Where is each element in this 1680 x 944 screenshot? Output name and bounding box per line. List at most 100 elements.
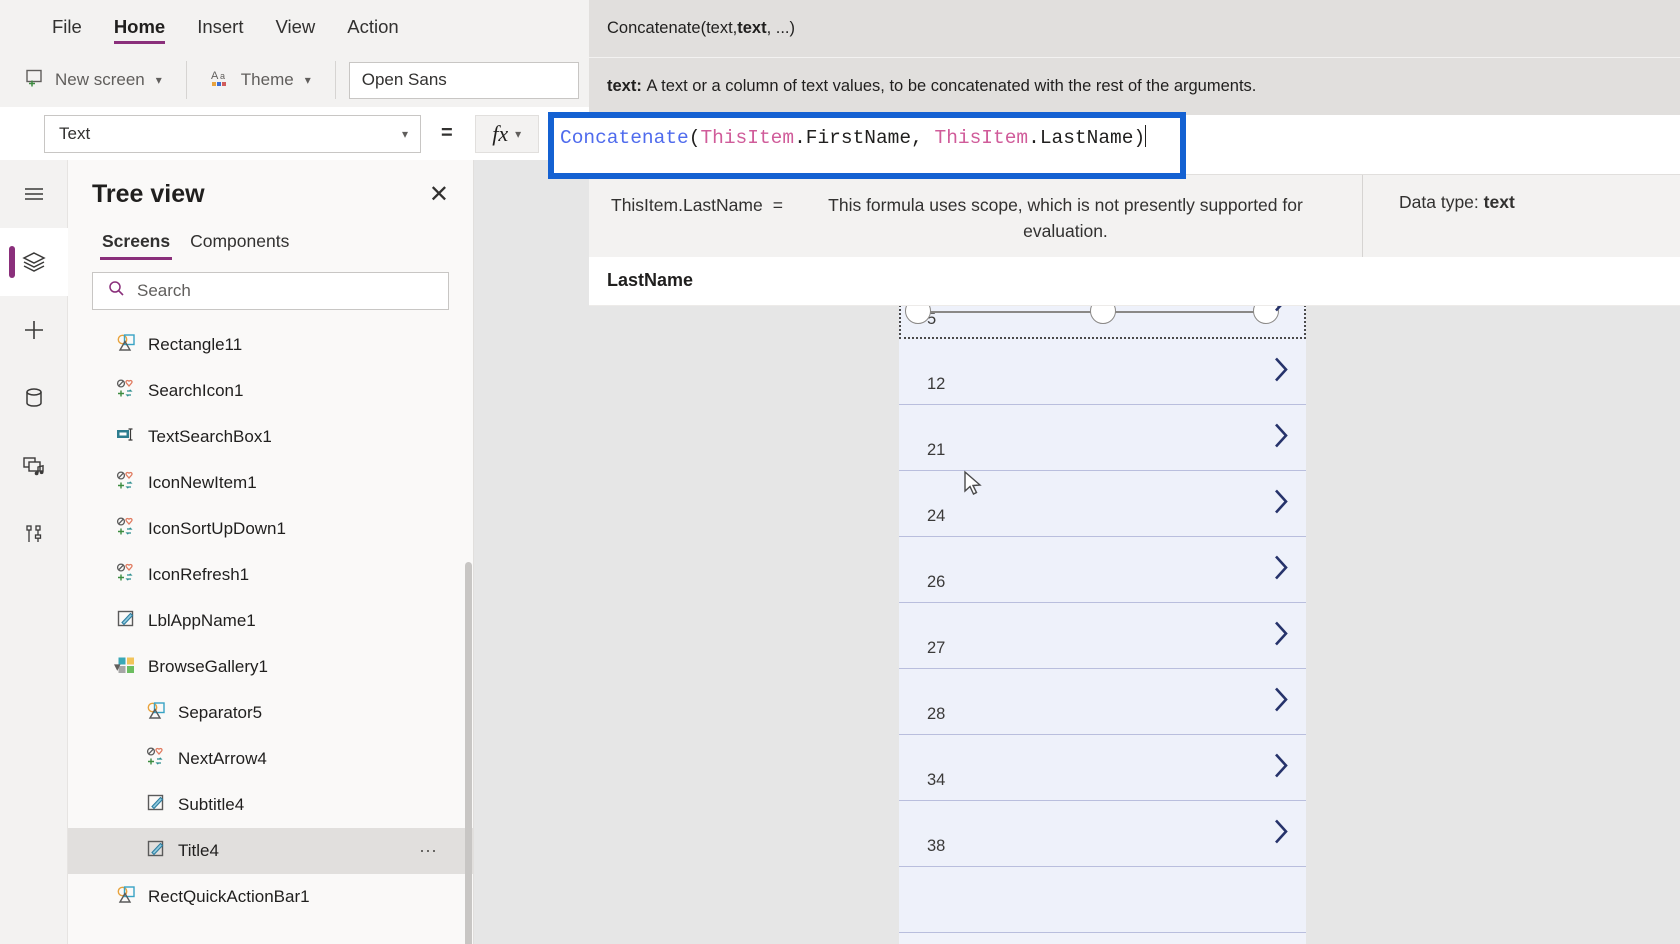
menu-item-action[interactable]: Action xyxy=(331,0,414,53)
tree-item-title4[interactable]: Title4 ⋯ xyxy=(68,828,473,874)
gallery-row[interactable]: 21 xyxy=(899,405,1306,471)
next-arrow-icon[interactable] xyxy=(1268,550,1294,589)
formula-arg-description: text: A text or a column of text values,… xyxy=(589,58,1680,115)
tree-item-subtitle4[interactable]: Subtitle4 xyxy=(68,782,473,828)
tree-item-label: SearchIcon1 xyxy=(148,381,244,400)
tree-item-searchicon1[interactable]: SearchIcon1 xyxy=(68,368,473,414)
gallery-row-label: 34 xyxy=(927,771,946,789)
menu-item-view[interactable]: View xyxy=(260,0,332,53)
shape-icon xyxy=(146,700,167,726)
font-group: Open Sans xyxy=(334,53,593,107)
tree-item-label: LblAppName1 xyxy=(148,611,256,630)
theme-group: A a Theme ▾ xyxy=(185,53,335,107)
formula-input[interactable]: Concatenate(ThisItem.FirstName, ThisItem… xyxy=(560,125,1147,149)
tree-scrollbar[interactable] xyxy=(465,562,472,944)
menu-item-insert[interactable]: Insert xyxy=(181,0,259,53)
gallery-row[interactable]: 34 xyxy=(899,735,1306,801)
property-dropdown-value: Text xyxy=(59,123,91,143)
formula-token-function: Concatenate xyxy=(560,127,689,149)
menu-item-file[interactable]: File xyxy=(36,0,98,53)
control-icon xyxy=(146,746,167,772)
new-screen-button[interactable]: New screen ▾ xyxy=(14,61,172,100)
tree-item-list: Rectangle11 SearchIcon1 TextSearchBox1 I… xyxy=(68,322,473,944)
tree-item-iconsortupdown1[interactable]: IconSortUpDown1 xyxy=(68,506,473,552)
next-arrow-icon[interactable] xyxy=(1268,682,1294,721)
control-icon xyxy=(116,378,137,404)
next-arrow-icon[interactable] xyxy=(1268,748,1294,787)
gallery-row[interactable]: 28 xyxy=(899,669,1306,735)
tree-item-label: IconNewItem1 xyxy=(148,473,257,492)
formula-data-type: Data type: text xyxy=(1362,175,1680,257)
gallery-row-label: 27 xyxy=(927,639,946,657)
font-name-input[interactable]: Open Sans xyxy=(348,61,579,99)
gallery-row[interactable]: 12 xyxy=(899,339,1306,405)
phone-preview: 5 ✕ 12 xyxy=(885,249,1306,944)
next-arrow-icon[interactable] xyxy=(1268,814,1294,853)
data-cylinder-icon[interactable] xyxy=(0,364,68,432)
formula-suggestion-item[interactable]: LastName xyxy=(589,256,1680,306)
tree-item-nextarrow4[interactable]: NextArrow4 xyxy=(68,736,473,782)
tree-item-iconnewitem1[interactable]: IconNewItem1 xyxy=(68,460,473,506)
new-screen-group: New screen ▾ xyxy=(0,53,186,107)
tree-item-iconrefresh1[interactable]: IconRefresh1 xyxy=(68,552,473,598)
formula-evaluation-row: ThisItem.LastName = This formula uses sc… xyxy=(589,174,1680,257)
gallery-row[interactable] xyxy=(899,867,1306,933)
tab-components[interactable]: Components xyxy=(180,225,299,262)
label-icon xyxy=(146,838,167,864)
tree-view-icon[interactable] xyxy=(0,228,68,296)
gallery-row-label: 28 xyxy=(927,705,946,723)
formula-token-thisitem-2: ThisItem xyxy=(934,127,1029,149)
formula-token-lastname: .LastName xyxy=(1028,127,1134,149)
next-arrow-icon[interactable] xyxy=(1268,616,1294,655)
gallery-row[interactable]: 24 xyxy=(899,471,1306,537)
tree-item-separator5[interactable]: Separator5 xyxy=(68,690,473,736)
tree-view-panel: Tree view ✕ Screens Components Search Re… xyxy=(68,160,474,944)
tree-item-rectangle11[interactable]: Rectangle11 xyxy=(68,322,473,368)
fx-icon: fx xyxy=(492,120,509,146)
left-icon-rail xyxy=(0,160,68,944)
hamburger-menu-icon[interactable] xyxy=(0,160,68,228)
gallery-row[interactable]: 38 xyxy=(899,801,1306,867)
tree-search-placeholder: Search xyxy=(137,281,191,300)
evaluation-message: This formula uses scope, which is not pr… xyxy=(828,195,1303,242)
tree-item-rectquickactionbar1[interactable]: RectQuickActionBar1 xyxy=(68,874,473,920)
formula-token-thisitem-1: ThisItem xyxy=(700,127,795,149)
shape-icon xyxy=(116,884,137,910)
tree-item-label: NextArrow4 xyxy=(178,749,267,768)
more-options-icon[interactable]: ⋯ xyxy=(419,841,439,862)
next-arrow-icon[interactable] xyxy=(1268,418,1294,457)
arg-description: A text or a column of text values, to be… xyxy=(646,77,1257,95)
fx-button[interactable]: fx ▾ xyxy=(474,114,539,153)
formula-token-open-paren: ( xyxy=(688,127,701,149)
chevron-down-icon[interactable]: ▾ xyxy=(114,659,121,675)
chevron-down-icon: ▾ xyxy=(515,126,522,141)
evaluation-equals: = xyxy=(772,195,783,215)
chevron-down-icon: ▾ xyxy=(155,73,162,87)
tree-item-label: Subtitle4 xyxy=(178,795,245,814)
formula-token-firstname: .FirstName, xyxy=(794,127,935,149)
tree-search-field[interactable]: Search xyxy=(92,272,449,310)
next-arrow-icon[interactable] xyxy=(1268,484,1294,523)
chevron-down-icon: ▾ xyxy=(401,126,408,141)
tree-item-label: BrowseGallery1 xyxy=(148,657,268,676)
property-dropdown[interactable]: Text ▾ xyxy=(44,114,421,153)
gallery-row-label: 38 xyxy=(927,837,946,855)
media-icon[interactable] xyxy=(0,432,68,500)
suggestion-label: LastName xyxy=(607,270,694,290)
menu-item-home[interactable]: Home xyxy=(98,0,181,53)
gallery-row[interactable]: 26 xyxy=(899,537,1306,603)
textbox-icon xyxy=(116,424,137,450)
signature-text-after: , ...) xyxy=(766,19,796,37)
tree-item-textsearchbox1[interactable]: TextSearchBox1 xyxy=(68,414,473,460)
data-type-label: Data type: xyxy=(1399,192,1479,212)
tab-screens[interactable]: Screens xyxy=(92,225,180,262)
tree-item-lblappname1[interactable]: LblAppName1 xyxy=(68,598,473,644)
close-icon[interactable]: ✕ xyxy=(429,182,449,207)
variables-icon[interactable] xyxy=(0,500,68,568)
insert-plus-icon[interactable] xyxy=(0,296,68,364)
next-arrow-icon[interactable] xyxy=(1268,352,1294,391)
theme-button[interactable]: A a Theme ▾ xyxy=(200,61,321,100)
gallery-row[interactable]: 27 xyxy=(899,603,1306,669)
shape-icon xyxy=(116,332,137,358)
tree-item-browsegallery1[interactable]: ▾ BrowseGallery1 xyxy=(68,644,473,690)
